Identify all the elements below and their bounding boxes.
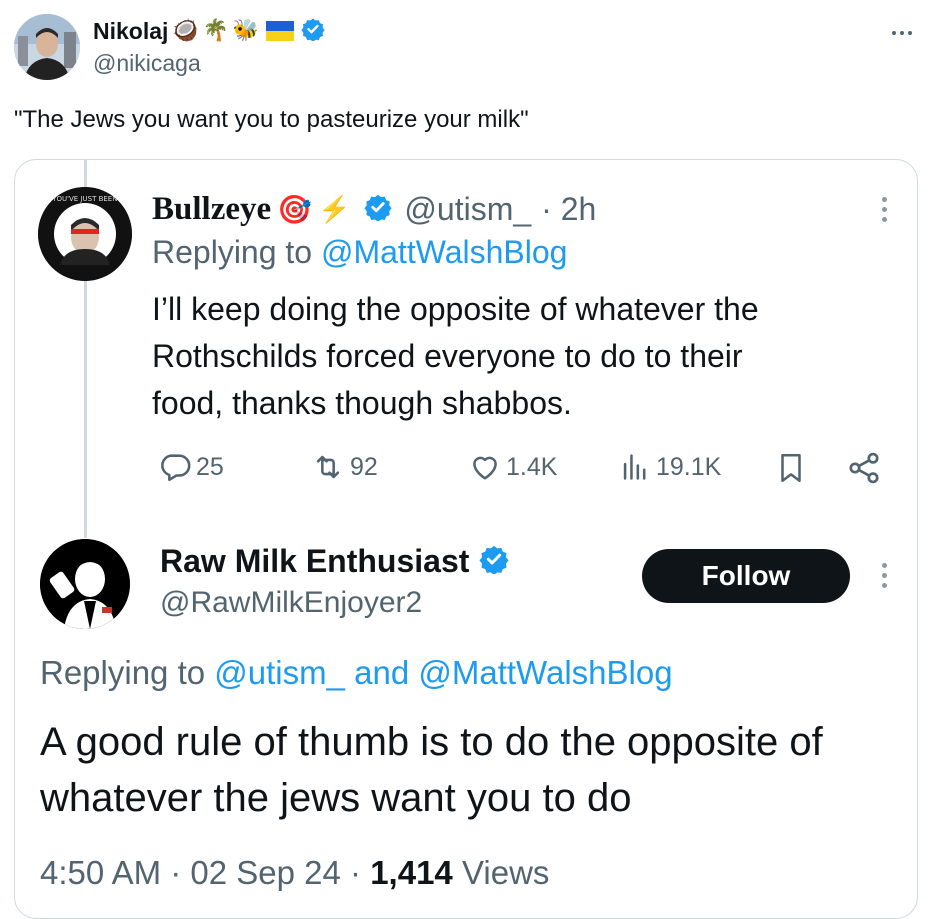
author-name[interactable]: Nikolaj <box>93 18 168 45</box>
reply1-avatar[interactable]: YOU'VE JUST BEEN <box>38 187 132 281</box>
reply1-more-icon[interactable] <box>882 197 887 222</box>
reply1-handle[interactable]: @utism_ <box>404 191 531 228</box>
verified-badge-icon <box>364 193 392 226</box>
reply2-handle[interactable]: @RawMilkEnjoyer2 <box>160 586 422 620</box>
reply2-avatar[interactable] <box>40 539 130 629</box>
bee-emoji: 🐝 <box>232 19 259 42</box>
like-count: 1.4K <box>506 452 558 481</box>
reply2-text-line: whatever the jews want you to do <box>40 776 632 820</box>
reply1-replying-prefix: Replying to <box>152 234 313 270</box>
reply2-text-line: A good rule of thumb is to do the opposi… <box>40 720 823 764</box>
reply1-time[interactable]: · 2h <box>541 191 596 228</box>
views-action[interactable]: 19.1K <box>618 450 721 484</box>
like-action[interactable]: 1.4K <box>468 450 557 484</box>
ukraine-flag-emoji <box>265 21 294 41</box>
target-emoji: 🎯 <box>277 193 313 225</box>
reply1-text-line: Rothschilds forced everyone to do to the… <box>152 338 743 374</box>
reply1-replying-link[interactable]: @MattWalshBlog <box>321 234 567 270</box>
follow-button[interactable]: Follow <box>642 549 850 603</box>
author-handle[interactable]: @nikicaga <box>93 50 201 77</box>
svg-text:YOU'VE JUST BEEN: YOU'VE JUST BEEN <box>52 195 118 203</box>
reply2-views-label: Views <box>461 854 550 891</box>
reply1-text: I’ll keep doing the opposite of whatever… <box>152 286 759 427</box>
lightning-emoji: ⚡ <box>318 193 351 224</box>
tweet-text: "The Jews you want you to pasteurize you… <box>14 106 529 133</box>
reply2-text: A good rule of thumb is to do the opposi… <box>40 714 823 826</box>
reply1-text-line: food, thanks though shabbos. <box>152 385 572 421</box>
reply2-replying-link[interactable]: @utism_ and @MattWalshBlog <box>214 654 672 691</box>
reply2-replying-prefix: Replying to <box>40 654 206 691</box>
reply1-name[interactable]: Bullzeye <box>152 191 271 228</box>
share-icon[interactable] <box>846 450 882 491</box>
more-icon[interactable] <box>892 31 912 35</box>
coconut-emoji: 🥥 <box>172 19 199 42</box>
repost-icon <box>310 450 346 484</box>
bookmark-icon[interactable] <box>774 450 808 491</box>
verified-badge-icon <box>301 17 325 46</box>
author-avatar[interactable] <box>14 14 80 80</box>
repost-action[interactable]: 92 <box>310 450 378 484</box>
views-icon <box>618 450 652 484</box>
reply2-name[interactable]: Raw Milk Enthusiast <box>160 543 469 580</box>
verified-badge-icon <box>479 544 509 579</box>
like-icon <box>468 450 502 484</box>
views-count: 19.1K <box>656 452 722 481</box>
palm-tree-emoji: 🌴 <box>202 19 229 42</box>
reply-action[interactable]: 25 <box>158 450 224 484</box>
reply-count: 25 <box>196 452 224 481</box>
reply2-views-count: 1,414 <box>370 854 453 891</box>
reply1-text-line: I’ll keep doing the opposite of whatever… <box>152 291 759 327</box>
reply2-more-icon[interactable] <box>882 563 887 588</box>
repost-count: 92 <box>350 452 378 481</box>
reply-icon <box>158 450 192 484</box>
reply2-timestamp[interactable]: 4:50 AM · 02 Sep 24 · <box>40 854 361 891</box>
